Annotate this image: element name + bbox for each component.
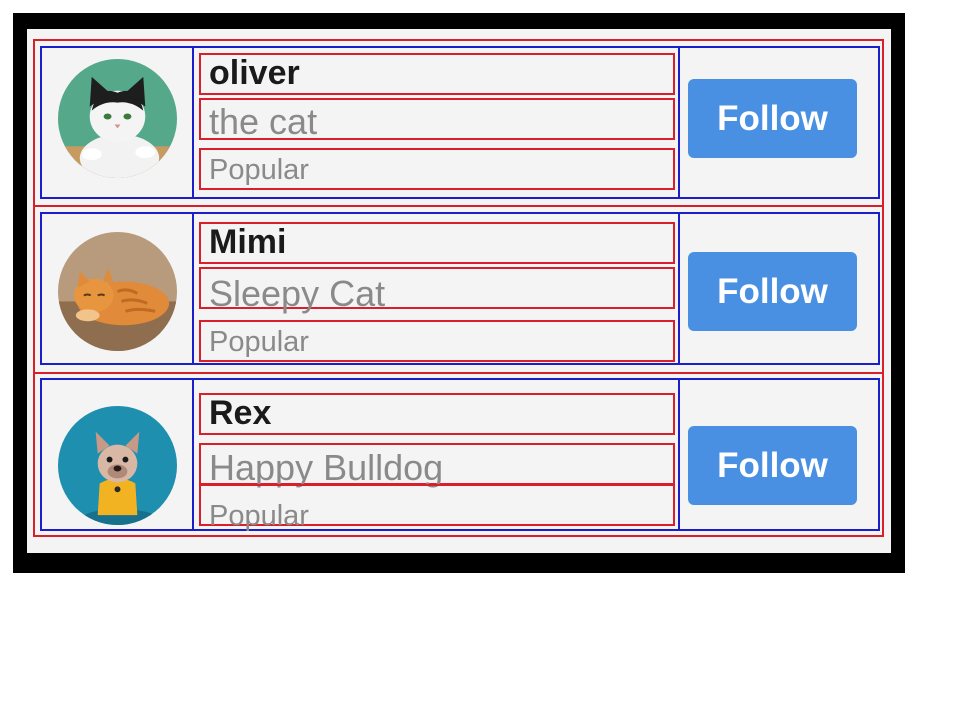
avatar [58, 59, 177, 178]
tag-field: Popular [199, 148, 675, 190]
column-divider [192, 378, 194, 531]
row-divider [33, 372, 884, 374]
cat-avatar-icon [58, 59, 177, 178]
subtitle-field: the cat [199, 98, 675, 142]
user-subtitle: Sleepy Cat [209, 273, 386, 314]
column-divider [678, 46, 680, 199]
cat-avatar-icon [58, 232, 177, 351]
avatar [58, 232, 177, 351]
column-divider [678, 212, 680, 365]
subtitle-field: Happy Bulldog [199, 443, 675, 488]
user-name: oliver [209, 54, 300, 92]
tag-field: Popular [199, 320, 675, 362]
follow-button[interactable]: Follow [688, 252, 857, 331]
tag-field: Popular [199, 484, 675, 532]
user-subtitle: Happy Bulldog [209, 447, 444, 488]
subtitle-field: Sleepy Cat [199, 267, 675, 314]
name-field: oliver [199, 53, 675, 95]
follow-button[interactable]: Follow [688, 79, 857, 158]
column-divider [678, 378, 680, 531]
avatar [58, 406, 177, 525]
name-field: Rex [199, 393, 675, 435]
user-name: Rex [209, 394, 272, 432]
user-name: Mimi [209, 223, 287, 261]
name-field: Mimi [199, 222, 675, 264]
column-divider [192, 46, 194, 199]
popular-tag: Popular [209, 326, 309, 358]
user-subtitle: the cat [209, 101, 318, 142]
popular-tag: Popular [209, 154, 309, 186]
popular-tag: Popular [209, 500, 309, 532]
follow-button[interactable]: Follow [688, 426, 857, 505]
row-divider [33, 205, 884, 207]
dog-avatar-icon [58, 406, 177, 525]
column-divider [192, 212, 194, 365]
